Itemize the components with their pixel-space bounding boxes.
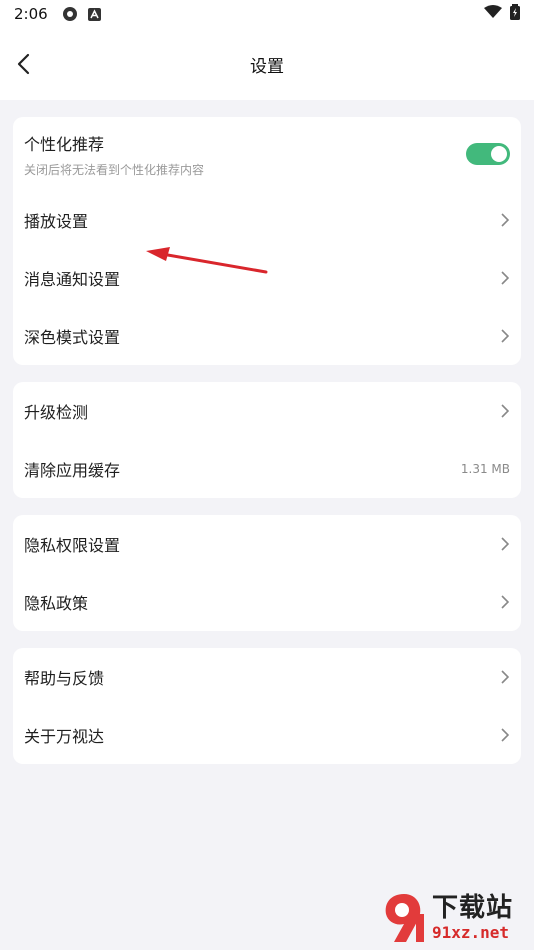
app-header: 设置 [0,28,534,100]
row-label: 隐私权限设置 [24,536,121,555]
settings-row-dark-mode[interactable]: 深色模式设置 [13,307,521,365]
chevron-right-icon [500,594,510,610]
row-label: 播放设置 [24,212,89,231]
row-label: 深色模式设置 [24,328,121,347]
settings-card-general: 个性化推荐 关闭后将无法看到个性化推荐内容 播放设置 消息通知设置 深色模式设置 [13,117,521,365]
back-button[interactable] [10,50,38,78]
page-title: 设置 [250,56,284,77]
notification-a-icon [87,7,101,21]
chevron-right-icon [500,669,510,685]
settings-row-clear-cache[interactable]: 清除应用缓存 1.31 MB [13,440,521,498]
settings-row-upgrade-check[interactable]: 升级检测 [13,382,521,440]
settings-card-privacy: 隐私权限设置 隐私政策 [13,515,521,631]
settings-row-playback[interactable]: 播放设置 [13,191,521,249]
chevron-right-icon [500,212,510,228]
row-label: 关于万视达 [24,727,105,746]
status-bar: 2:06 [0,0,534,28]
battery-charging-icon [510,4,520,24]
chevron-right-icon [500,536,510,552]
settings-row-help-feedback[interactable]: 帮助与反馈 [13,648,521,706]
chevron-right-icon [500,328,510,344]
chevron-left-icon [17,53,30,75]
chevron-right-icon [500,270,510,286]
watermark: 下载站 91xz.net [380,888,530,948]
wifi-icon [484,5,502,23]
settings-gear-icon [62,6,78,22]
chevron-right-icon [500,727,510,743]
chevron-right-icon [500,403,510,419]
watermark-domain: 91xz.net [432,923,510,942]
row-label: 帮助与反馈 [24,669,105,688]
annotation-arrow-icon [146,247,268,274]
watermark-title: 下载站 [432,893,514,923]
row-label: 个性化推荐 [24,134,105,154]
row-label: 消息通知设置 [24,270,121,289]
91-logo-icon [385,894,424,942]
row-label: 隐私政策 [24,594,89,613]
row-label: 清除应用缓存 [24,461,121,480]
settings-card-app: 升级检测 清除应用缓存 1.31 MB [13,382,521,498]
cache-size-value: 1.31 MB [460,462,510,476]
settings-row-privacy-policy[interactable]: 隐私政策 [13,573,521,631]
toggle-knob [491,146,507,162]
status-time: 2:06 [14,5,48,23]
row-subtitle: 关闭后将无法看到个性化推荐内容 [24,162,205,177]
row-label: 升级检测 [24,403,89,422]
personalized-recommendation-toggle[interactable] [466,143,510,165]
settings-row-personalized-recommendation: 个性化推荐 关闭后将无法看到个性化推荐内容 [13,117,521,191]
settings-card-about: 帮助与反馈 关于万视达 [13,648,521,764]
settings-row-about[interactable]: 关于万视达 [13,706,521,764]
settings-row-privacy-permissions[interactable]: 隐私权限设置 [13,515,521,573]
